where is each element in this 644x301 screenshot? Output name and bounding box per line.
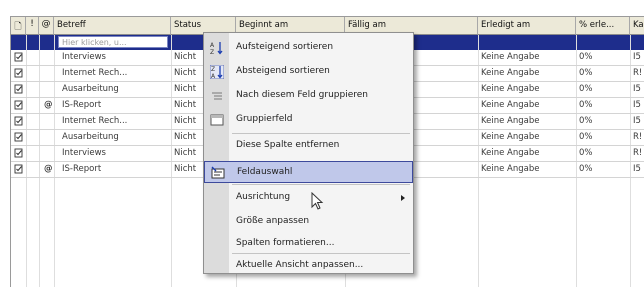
task-subject: IS-Report <box>62 164 102 174</box>
paperclip-icon <box>41 82 53 97</box>
menu-item-group-box[interactable]: Gruppierfeld <box>204 109 413 131</box>
menu-separator <box>232 133 410 134</box>
paperclip-icon <box>41 146 53 161</box>
task-percent-complete: 0% <box>579 100 593 110</box>
document-icon: 🗋 <box>14 22 22 32</box>
group-box-icon <box>210 113 224 127</box>
task-subject: Ausarbeitung <box>62 132 119 142</box>
mouse-cursor-icon <box>311 192 324 210</box>
paperclip-icon <box>41 114 53 129</box>
task-category: R! <box>633 148 643 158</box>
menu-separator <box>232 184 410 185</box>
task-percent-complete: 0% <box>579 164 593 174</box>
sort-ascending-icon: AZ <box>210 41 224 56</box>
task-category: I5 <box>633 116 641 126</box>
paperclip-icon <box>41 66 53 81</box>
task-percent-complete: 0% <box>579 68 593 78</box>
task-done-date: Keine Angabe <box>481 148 540 158</box>
task-category: R! <box>633 132 643 142</box>
menu-item-label: Größe anpassen <box>236 216 310 226</box>
new-item-input[interactable]: Hier klicken, u... <box>58 36 168 48</box>
menu-item-label: Aktuelle Ansicht anpassen... <box>236 260 364 270</box>
svg-text:Z: Z <box>211 66 215 73</box>
menu-item-label: Nach diesem Feld gruppieren <box>236 90 368 100</box>
task-icon <box>14 84 23 94</box>
task-icon <box>14 52 23 62</box>
svg-text:A: A <box>210 42 215 49</box>
task-done-date: Keine Angabe <box>481 68 540 78</box>
task-icon <box>14 68 23 78</box>
task-icon <box>14 148 23 158</box>
task-category: I5 <box>633 164 641 174</box>
importance-icon: ! <box>30 19 34 29</box>
task-category: I5 <box>633 52 641 62</box>
menu-item-label: Feldauswahl <box>237 167 293 177</box>
paperclip-icon <box>41 50 53 65</box>
paperclip-icon: @ <box>41 19 51 29</box>
svg-text:Z: Z <box>210 49 214 55</box>
task-done-date: Keine Angabe <box>481 116 540 126</box>
column-header-done[interactable]: Erledigt am <box>478 17 576 35</box>
task-icon <box>14 116 23 126</box>
task-done-date: Keine Angabe <box>481 84 540 94</box>
task-subject: Internet Rech... <box>62 116 128 126</box>
column-header-icon[interactable]: 🗋 <box>11 17 26 35</box>
menu-item-label: Ausrichtung <box>236 192 291 202</box>
task-subject: Interviews <box>62 52 106 62</box>
column-header-importance[interactable]: ! <box>26 17 39 35</box>
menu-item-label: Gruppierfeld <box>236 114 293 124</box>
menu-item-best-fit[interactable]: Größe anpassen <box>204 211 413 233</box>
menu-item-field-chooser[interactable]: Feldauswahl <box>204 161 413 183</box>
column-context-menu: A Z Aufsteigend sortieren Z A Absteigend sort… <box>203 32 414 274</box>
task-percent-complete: 0% <box>579 52 593 62</box>
task-done-date: Keine Angabe <box>481 52 540 62</box>
menu-item-remove-column[interactable]: Diese Spalte entfernen <box>204 135 413 157</box>
task-icon <box>14 164 23 174</box>
task-icon <box>14 100 23 110</box>
task-subject: IS-Report <box>62 100 102 110</box>
task-percent-complete: 0% <box>579 84 593 94</box>
task-subject: Internet Rech... <box>62 68 128 78</box>
group-by-icon <box>210 89 224 103</box>
task-category: R! <box>633 68 643 78</box>
menu-item-label: Aufsteigend sortieren <box>236 42 334 52</box>
column-header-attachment[interactable]: @ <box>39 17 54 35</box>
task-icon <box>14 132 23 142</box>
task-done-date: Keine Angabe <box>481 100 540 110</box>
column-header-percent[interactable]: % erle... <box>576 17 630 35</box>
menu-item-sort-descending[interactable]: Z A Absteigend sortieren <box>204 61 413 83</box>
menu-item-alignment[interactable]: Ausrichtung <box>204 187 413 209</box>
menu-item-group-by-field[interactable]: Nach diesem Feld gruppieren <box>204 85 413 107</box>
menu-separator <box>232 253 410 254</box>
task-percent-complete: 0% <box>579 116 593 126</box>
task-percent-complete: 0% <box>579 132 593 142</box>
task-done-date: Keine Angabe <box>481 132 540 142</box>
menu-item-sort-ascending[interactable]: A Z Aufsteigend sortieren <box>204 37 413 59</box>
menu-item-label: Spalten formatieren... <box>236 238 335 248</box>
column-header-categories[interactable]: Ka <box>630 17 644 35</box>
menu-item-label: Absteigend sortieren <box>236 66 330 76</box>
paperclip-icon: @ <box>44 164 53 174</box>
task-subject: Ausarbeitung <box>62 84 119 94</box>
sort-descending-icon: ZA <box>209 64 225 80</box>
task-category: I5 <box>633 100 641 110</box>
menu-item-label: Diese Spalte entfernen <box>236 140 340 150</box>
task-category: I5 <box>633 84 641 94</box>
task-subject: Interviews <box>62 148 106 158</box>
task-percent-complete: 0% <box>579 148 593 158</box>
task-done-date: Keine Angabe <box>481 164 540 174</box>
column-header-subject[interactable]: Betreff <box>54 17 171 35</box>
paperclip-icon <box>41 130 53 145</box>
paperclip-icon: @ <box>44 100 53 110</box>
submenu-arrow-icon <box>401 195 405 201</box>
field-chooser-icon <box>211 166 225 180</box>
menu-item-format-columns[interactable]: Spalten formatieren... <box>204 233 413 255</box>
menu-item-customize-view[interactable]: Aktuelle Ansicht anpassen... <box>204 255 413 277</box>
